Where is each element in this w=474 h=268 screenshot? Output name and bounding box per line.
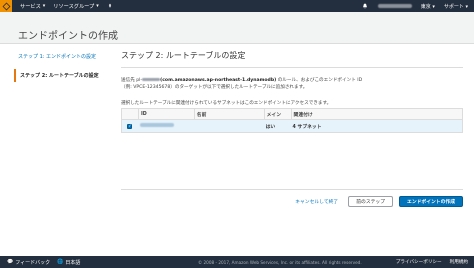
description: 送信先 pl- (com.amazonaws.ap-northeast-1.dyn… [121, 77, 463, 91]
page-title: エンドポイントの作成 [18, 31, 118, 42]
support-label: サポート [443, 3, 464, 10]
desc-part2: のルール、およびこのエンドポイント ID [276, 78, 363, 83]
services-label: サービス [20, 3, 41, 10]
bell-icon[interactable] [362, 3, 369, 10]
language-label: 日本語 [65, 259, 81, 266]
wizard-steps: ステップ 1: エンドポイントの設定 ステップ 2: ルートテーブルの設定 [14, 50, 106, 88]
top-nav: サービス ▾ リソースグループ ▾ 東京 ▾ サポート ▾ [0, 0, 474, 12]
copyright-text: © 2008 - 2017, Amazon Web Services, Inc.… [198, 259, 362, 265]
desc-line2: （例: VPCE-12345678）のターゲットが以下で選択したルートテーブルに… [121, 85, 308, 90]
previous-step-button[interactable]: 前のステップ [348, 196, 394, 207]
prefix-list-id-redacted [142, 77, 161, 82]
page-header: エンドポイントの作成 [0, 12, 474, 44]
account-menu[interactable] [377, 4, 412, 8]
resource-groups-label: リソースグループ [53, 3, 95, 10]
step-2-current: ステップ 2: ルートテーブルの設定 [14, 69, 106, 82]
feedback-label: フィードバック [15, 259, 51, 266]
support-menu[interactable]: サポート ▾ [444, 3, 468, 10]
action-bar: キャンセルして終了 前のステップ エンドポイントの作成 [121, 189, 463, 207]
services-menu[interactable]: サービス ▾ [20, 3, 45, 10]
region-menu[interactable]: 東京 ▾ [421, 3, 435, 10]
footer-bar: 💬 フィードバック 🌐 日本語 © 2008 - 2017, Amazon We… [0, 256, 474, 268]
chevron-down-icon: ▾ [96, 2, 99, 9]
cancel-button[interactable]: キャンセルして終了 [291, 198, 342, 205]
column-name[interactable]: 名前 [193, 108, 264, 120]
step-heading: ステップ 2: ルートテーブルの設定 [121, 50, 463, 68]
row-checkbox[interactable]: ✓ [127, 123, 133, 129]
aws-logo-icon[interactable] [0, 0, 12, 12]
column-associations[interactable]: 関連付け [290, 108, 462, 120]
route-table-id-cell [138, 123, 194, 129]
speech-bubble-icon: 💬 [7, 258, 14, 265]
region-label: 東京 [420, 3, 431, 10]
column-id[interactable]: ID [137, 108, 194, 120]
route-table-assoc-cell: 4 サブネット [292, 124, 322, 130]
terms-link[interactable]: 利用規約 [450, 259, 468, 265]
desc-part1: 送信先 pl- [121, 78, 143, 83]
column-main[interactable]: メイン [263, 108, 291, 120]
step-1-link[interactable]: ステップ 1: エンドポイントの設定 [14, 50, 106, 63]
resource-groups-menu[interactable]: リソースグループ ▾ [53, 3, 98, 10]
table-header: ID 名前 メイン 関連付け [122, 108, 462, 120]
main-content: ステップ 2: ルートテーブルの設定 送信先 pl- (com.amazonaws… [121, 50, 463, 106]
desc-service-name: (com.amazonaws.ap-northeast-1.dynamodb) [160, 78, 277, 83]
route-table-id-link-redacted[interactable] [139, 123, 174, 127]
create-endpoint-button[interactable]: エンドポイントの作成 [399, 196, 463, 207]
row-checkbox-cell: ✓ [122, 123, 138, 129]
description-2: 選択したルートテーブルに関連付けられているサブネットはこのエンドポイントにアクセ… [121, 101, 332, 106]
globe-icon: 🌐 [57, 258, 64, 265]
language-selector[interactable]: 🌐 日本語 [57, 259, 80, 266]
route-table-list: ID 名前 メイン 関連付け ✓ はい 4 サブネット [121, 108, 463, 133]
table-row[interactable]: ✓ はい 4 サブネット [122, 120, 462, 132]
feedback-link[interactable]: 💬 フィードバック [7, 259, 50, 266]
pin-icon[interactable] [107, 3, 113, 9]
route-table-main-cell: はい [265, 124, 276, 130]
privacy-policy-link[interactable]: プライバシーポリシー [396, 259, 442, 265]
chevron-down-icon: ▾ [42, 2, 46, 9]
